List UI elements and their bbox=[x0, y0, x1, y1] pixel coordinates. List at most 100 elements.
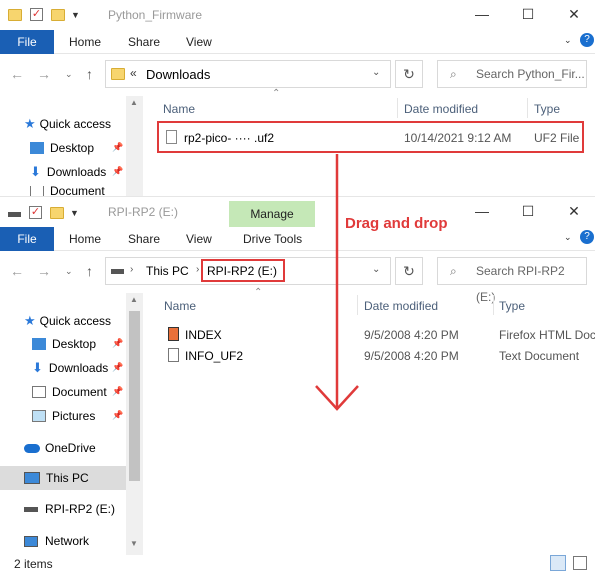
column-divider[interactable] bbox=[357, 295, 358, 315]
ribbon-expand-icon[interactable]: ⌄ bbox=[564, 232, 572, 243]
sidebar-scrollbar[interactable]: ▲ ▼ bbox=[126, 293, 143, 555]
close-button[interactable]: ✕ bbox=[564, 201, 584, 221]
scroll-up-icon[interactable]: ▲ bbox=[130, 295, 138, 304]
sidebar-item-documents[interactable]: Document bbox=[30, 186, 105, 196]
search-placeholder: Search Python_Fir... bbox=[476, 67, 585, 81]
maximize-button[interactable]: ☐ bbox=[518, 4, 538, 24]
scroll-up-icon[interactable]: ▲ bbox=[130, 98, 138, 107]
tab-file[interactable]: File bbox=[0, 30, 54, 54]
help-icon[interactable]: ? bbox=[580, 230, 594, 244]
tab-view[interactable]: View bbox=[186, 30, 212, 54]
file-row[interactable]: INFO_UF2 9/5/2008 4:20 PM Text Document bbox=[160, 346, 595, 366]
column-divider[interactable] bbox=[493, 295, 494, 315]
address-dropdown-icon[interactable]: ⌄ bbox=[372, 67, 380, 78]
customize-toolbar-icon[interactable]: ▼ bbox=[70, 208, 79, 218]
up-button[interactable]: ↑ bbox=[86, 263, 93, 279]
forward-button[interactable]: → bbox=[37, 263, 51, 279]
address-bar[interactable]: « Downloads ⌄ bbox=[105, 60, 391, 88]
sidebar-item-onedrive[interactable]: OneDrive bbox=[24, 438, 96, 458]
back-button[interactable]: ← bbox=[10, 263, 24, 279]
forward-button[interactable]: → bbox=[37, 66, 51, 82]
file-date: 9/5/2008 4:20 PM bbox=[364, 328, 459, 342]
column-header-type[interactable]: Type bbox=[499, 299, 525, 313]
address-dropdown-icon[interactable]: ⌄ bbox=[372, 264, 380, 275]
tab-share[interactable]: Share bbox=[128, 227, 160, 251]
sidebar-item-desktop[interactable]: Desktop bbox=[30, 138, 94, 158]
refresh-button[interactable]: ↻ bbox=[395, 257, 423, 285]
breadcrumb-separator-icon[interactable]: › bbox=[130, 264, 133, 275]
file-row[interactable]: INDEX 9/5/2008 4:20 PM Firefox HTML Doc bbox=[160, 325, 595, 345]
sort-indicator-icon: ⌃ bbox=[254, 287, 263, 298]
tab-drive-tools[interactable]: Drive Tools bbox=[243, 227, 302, 251]
back-button[interactable]: ← bbox=[10, 66, 24, 82]
window-title: RPI-RP2 (E:) bbox=[108, 205, 179, 219]
tab-home[interactable]: Home bbox=[69, 227, 101, 251]
sidebar-item-desktop[interactable]: Desktop bbox=[32, 334, 96, 354]
minimize-button[interactable]: — bbox=[472, 4, 492, 24]
search-input[interactable]: ⌕ Search RPI-RP2 (E:) bbox=[437, 257, 587, 304]
column-header-date[interactable]: Date modified bbox=[364, 299, 438, 313]
minimize-button[interactable]: — bbox=[472, 201, 492, 221]
file-type: Firefox HTML Doc bbox=[499, 328, 595, 342]
properties-icon[interactable]: ✓ bbox=[30, 8, 43, 21]
details-view-button[interactable] bbox=[550, 555, 566, 571]
customize-toolbar-icon[interactable]: ▼ bbox=[71, 10, 80, 20]
tab-home[interactable]: Home bbox=[69, 30, 101, 54]
column-header-name[interactable]: Name bbox=[164, 299, 196, 313]
status-item-count: 2 items bbox=[14, 557, 53, 571]
pin-icon: 📌 bbox=[112, 410, 124, 420]
column-header-name[interactable]: Name bbox=[163, 102, 195, 116]
breadcrumb-this-pc[interactable]: This PC bbox=[146, 264, 189, 278]
highlight-source-file bbox=[157, 121, 584, 153]
navigation-pane: ★ Quick access Desktop 📌 ⬇ Downloads 📌 D… bbox=[0, 96, 126, 196]
sidebar-scrollbar[interactable]: ▲ bbox=[126, 96, 143, 196]
help-icon[interactable]: ? bbox=[580, 33, 594, 47]
tab-manage[interactable]: Manage bbox=[229, 201, 315, 227]
large-icons-view-button[interactable] bbox=[573, 556, 587, 570]
file-name: INDEX bbox=[185, 328, 222, 342]
sidebar-item-label: This PC bbox=[46, 471, 89, 485]
new-folder-icon[interactable] bbox=[51, 8, 65, 21]
sidebar-item-downloads[interactable]: ⬇ Downloads bbox=[32, 358, 108, 378]
column-header-type[interactable]: Type bbox=[534, 102, 560, 116]
maximize-button[interactable]: ☐ bbox=[518, 201, 538, 221]
file-type: Text Document bbox=[499, 349, 580, 363]
recent-locations-icon[interactable]: ⌄ bbox=[65, 69, 73, 80]
sidebar-item-label: Downloads bbox=[48, 361, 109, 375]
navigation-pane: ★ Quick access Desktop 📌 ⬇ Downloads 📌 D… bbox=[0, 293, 126, 557]
tab-file[interactable]: File bbox=[0, 227, 54, 251]
sidebar-item-rpi-rp2[interactable]: RPI-RP2 (E:) bbox=[24, 499, 115, 519]
title-bar: ✓ ▼ RPI-RP2 (E:) Manage — ☐ ✕ bbox=[0, 197, 595, 227]
breadcrumb-overflow[interactable]: « bbox=[130, 66, 137, 80]
search-input[interactable]: ⌕ Search Python_Fir... bbox=[437, 60, 587, 88]
column-divider[interactable] bbox=[527, 98, 528, 118]
sidebar-item-documents[interactable]: Document bbox=[32, 382, 107, 402]
network-icon bbox=[24, 535, 38, 547]
sidebar-item-network[interactable]: Network bbox=[24, 531, 89, 551]
column-header-date[interactable]: Date modified bbox=[404, 102, 478, 116]
up-button[interactable]: ↑ bbox=[86, 66, 93, 82]
recent-locations-icon[interactable]: ⌄ bbox=[65, 266, 73, 277]
drive-icon bbox=[24, 506, 38, 512]
properties-icon[interactable]: ✓ bbox=[29, 206, 42, 219]
sidebar-item-downloads[interactable]: ⬇ Downloads bbox=[30, 162, 106, 182]
ribbon-expand-icon[interactable]: ⌄ bbox=[564, 35, 572, 46]
breadcrumb-separator-icon[interactable]: › bbox=[196, 264, 199, 275]
sidebar-item-quick-access[interactable]: ★ Quick access bbox=[24, 114, 111, 134]
new-folder-icon[interactable] bbox=[50, 206, 64, 219]
window-title: Python_Firmware bbox=[108, 8, 203, 22]
scroll-thumb[interactable] bbox=[129, 311, 140, 481]
refresh-button[interactable]: ↻ bbox=[395, 60, 423, 88]
sidebar-item-label: Quick access bbox=[39, 117, 112, 131]
sidebar-item-this-pc[interactable]: This PC bbox=[24, 468, 89, 488]
sidebar-item-label: Quick access bbox=[39, 314, 112, 328]
sidebar-item-pictures[interactable]: Pictures bbox=[32, 406, 95, 426]
tab-view[interactable]: View bbox=[186, 227, 212, 251]
sidebar-item-quick-access[interactable]: ★ Quick access bbox=[24, 311, 111, 331]
scroll-down-icon[interactable]: ▼ bbox=[130, 539, 138, 548]
close-button[interactable]: ✕ bbox=[564, 4, 584, 24]
breadcrumb-downloads[interactable]: Downloads bbox=[146, 67, 210, 82]
title-bar: ✓ ▼ Python_Firmware — ☐ ✕ bbox=[0, 0, 595, 30]
column-divider[interactable] bbox=[397, 98, 398, 118]
tab-share[interactable]: Share bbox=[128, 30, 160, 54]
